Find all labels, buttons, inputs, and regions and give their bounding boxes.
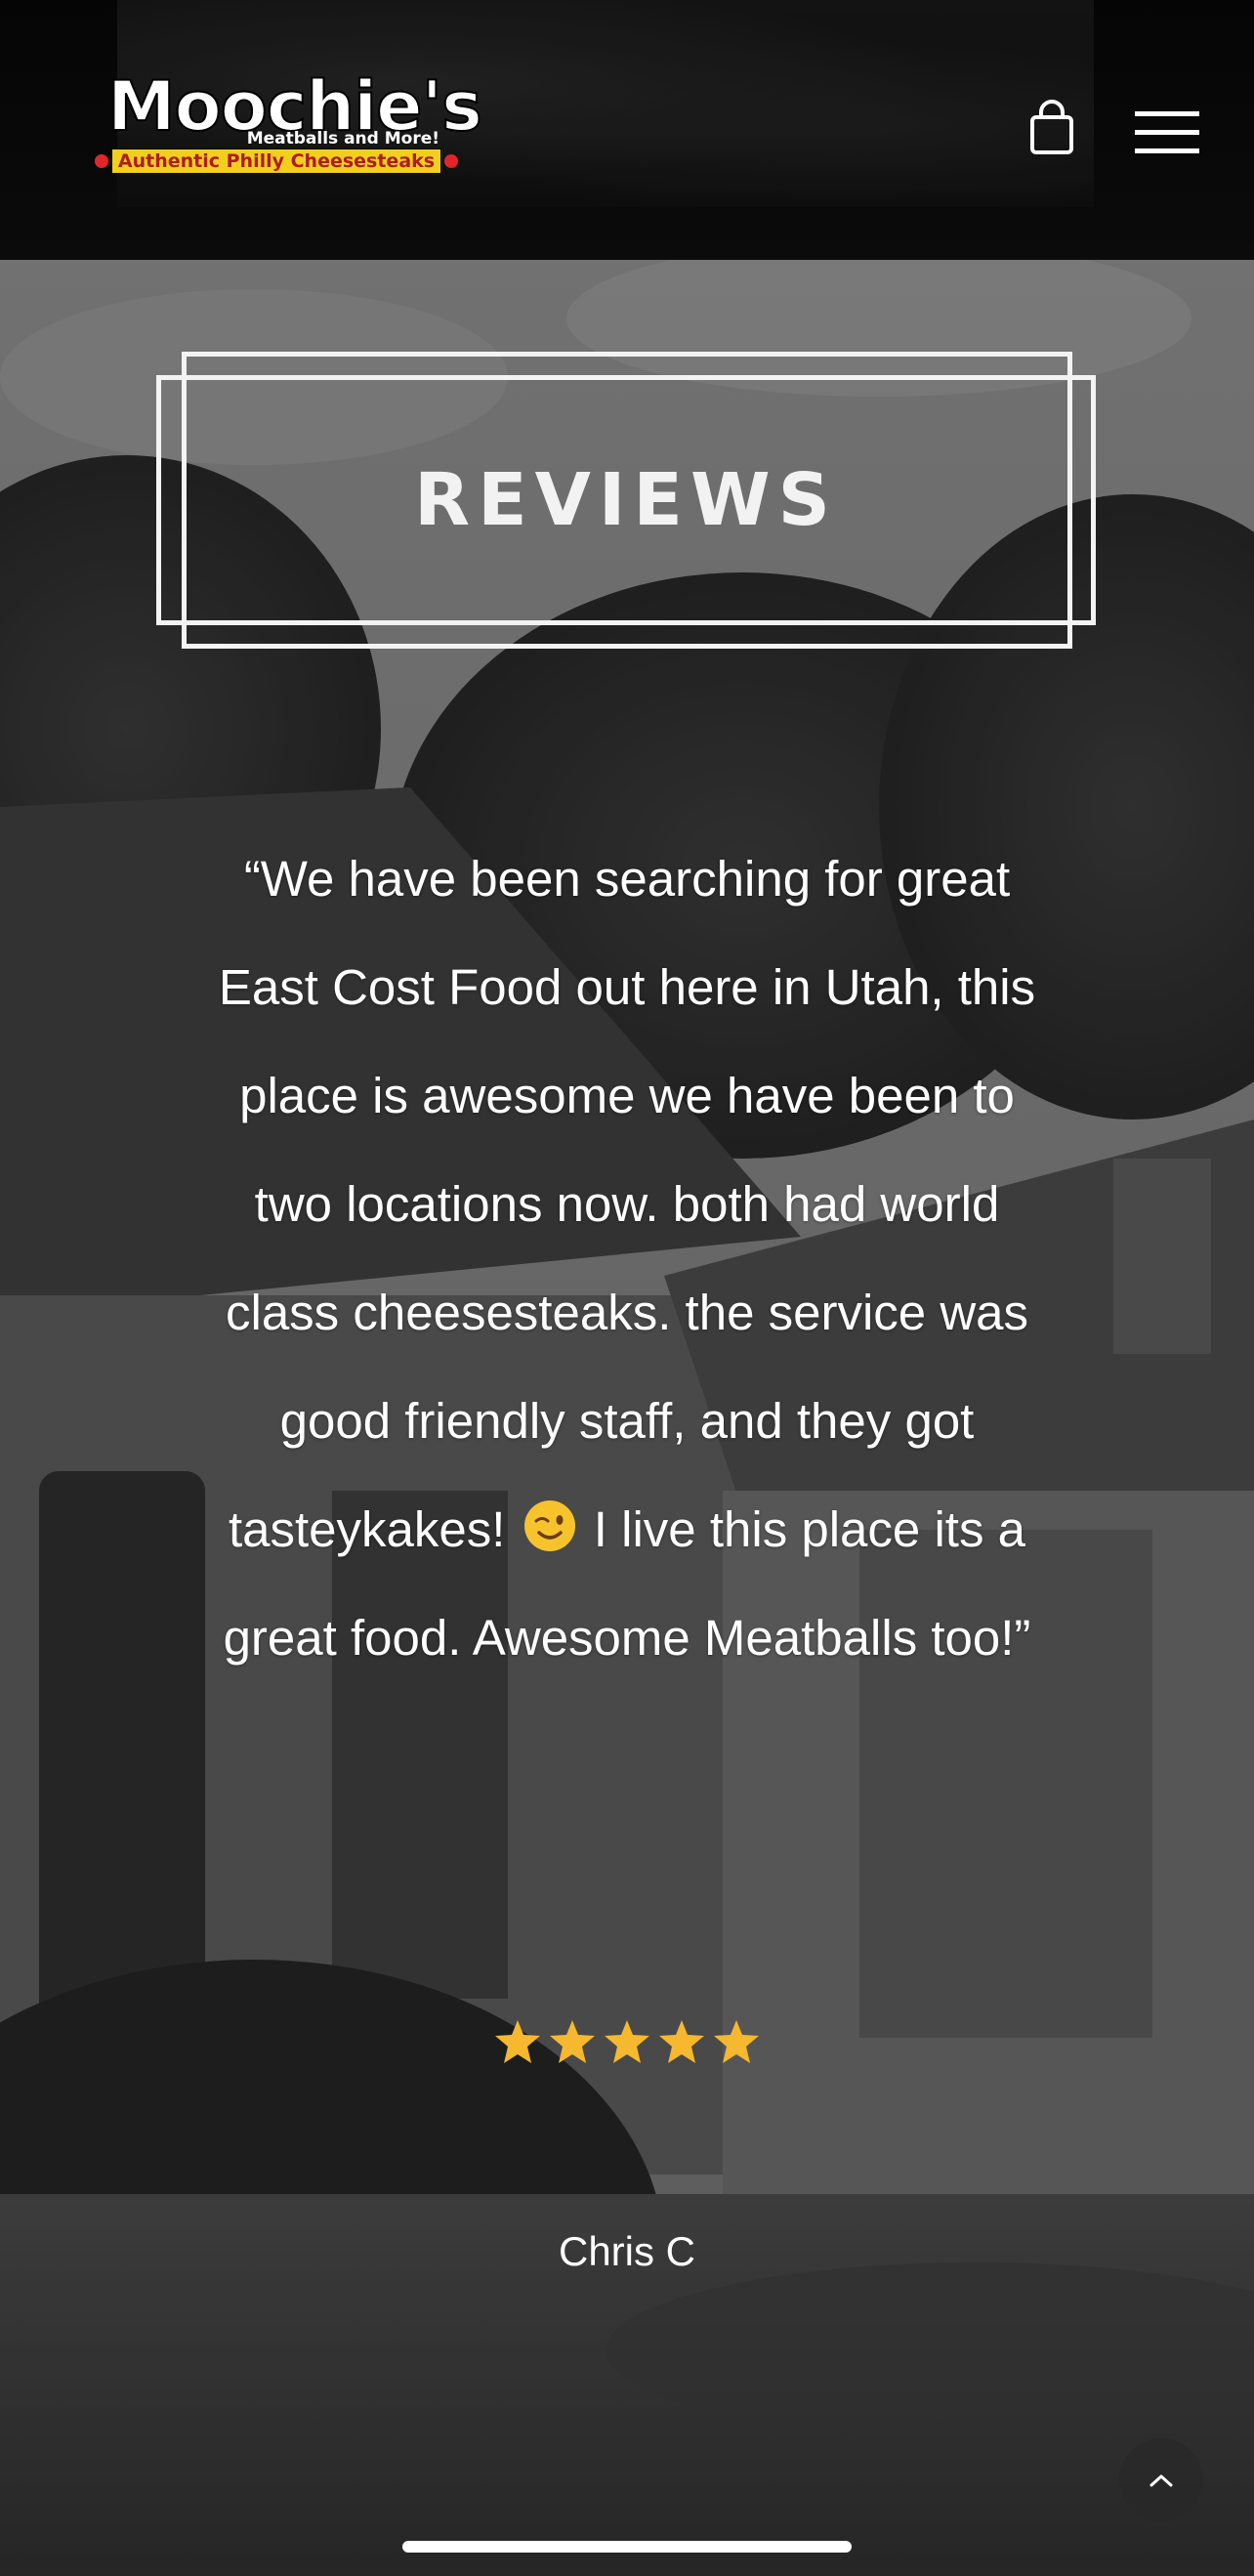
review-quote: “We have been searching for great East C… bbox=[217, 824, 1037, 1692]
review-text-part1: “We have been searching for great East C… bbox=[218, 851, 1036, 1557]
site-logo[interactable]: Moochie's Meatballs and More! Authentic … bbox=[90, 69, 483, 180]
title-frame: REVIEWS bbox=[156, 352, 1096, 649]
winking-face-icon bbox=[523, 1500, 575, 1551]
chevron-up-icon bbox=[1150, 2474, 1173, 2487]
review-author: Chris C bbox=[558, 2228, 695, 2274]
star-icon bbox=[495, 2020, 540, 2063]
star-icon bbox=[605, 2020, 649, 2063]
shopping-bag-icon[interactable] bbox=[1025, 100, 1078, 156]
star-icon bbox=[659, 2020, 704, 2063]
star-icon bbox=[714, 2020, 759, 2063]
star-icon bbox=[550, 2020, 595, 2063]
logo-dot-right bbox=[444, 154, 459, 168]
hamburger-menu-icon[interactable] bbox=[1133, 109, 1201, 156]
reviews-section: REVIEWS “We have been searching for grea… bbox=[0, 260, 1254, 2576]
home-indicator bbox=[402, 2541, 852, 2553]
scroll-to-top-button[interactable] bbox=[1119, 2438, 1203, 2522]
logo-tagline-bar: Authentic Philly Cheesesteaks bbox=[90, 148, 463, 174]
section-title: REVIEWS bbox=[414, 458, 838, 542]
page: Moochie's Meatballs and More! Authentic … bbox=[0, 0, 1254, 2576]
logo-dot-left bbox=[94, 154, 108, 168]
logo-tagline: Authentic Philly Cheesesteaks bbox=[110, 148, 442, 174]
logo-subtitle: Meatballs and More! bbox=[246, 129, 439, 148]
star-rating bbox=[0, 2018, 1254, 2065]
site-header: Moochie's Meatballs and More! Authentic … bbox=[0, 0, 1254, 260]
